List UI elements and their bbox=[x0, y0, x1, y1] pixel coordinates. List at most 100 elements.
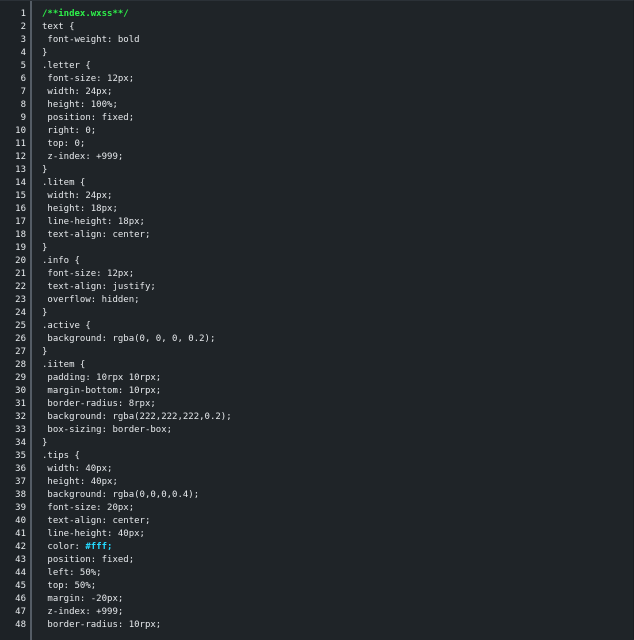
code-text: right: 0; bbox=[42, 126, 97, 136]
code-line[interactable]: 20 .info { bbox=[0, 255, 633, 268]
code-line[interactable]: 14 .litem { bbox=[0, 177, 633, 190]
code-text: .active { bbox=[42, 321, 91, 331]
line-number: 21 bbox=[15, 269, 26, 279]
code-text: .info { bbox=[42, 256, 80, 266]
code-line[interactable]: 42 color: #fff; bbox=[0, 541, 633, 554]
code-text: border-radius: 8rpx; bbox=[42, 399, 156, 409]
code-line[interactable]: 26 background: rgba(0, 0, 0, 0.2); bbox=[0, 333, 633, 346]
code-line[interactable]: 47 z-index: +999; bbox=[0, 606, 633, 619]
code-text: } bbox=[42, 347, 48, 357]
code-line[interactable]: 25 .active { bbox=[0, 320, 633, 333]
code-text: height: 18px; bbox=[42, 204, 118, 214]
code-line[interactable]: 9 position: fixed; bbox=[0, 112, 633, 125]
code-line[interactable]: 23 overflow: hidden; bbox=[0, 294, 633, 307]
code-text: } bbox=[42, 243, 48, 253]
code-line[interactable]: 13} bbox=[0, 164, 633, 177]
code-line[interactable]: 38 background: rgba(0,0,0,0.4); bbox=[0, 489, 633, 502]
code-text: font-size: 20px; bbox=[42, 503, 135, 513]
line-number: 43 bbox=[15, 555, 26, 565]
code-line[interactable]: 44 left: 50%; bbox=[0, 567, 633, 580]
line-number: 46 bbox=[15, 594, 26, 604]
code-line[interactable]: 21 font-size: 12px; bbox=[0, 268, 633, 281]
line-number: 23 bbox=[15, 295, 26, 305]
code-line[interactable]: 12 z-index: +999; bbox=[0, 151, 633, 164]
code-line[interactable]: 27} bbox=[0, 346, 633, 359]
code-text: color: bbox=[42, 542, 86, 552]
code-line[interactable]: 11 top: 0; bbox=[0, 138, 633, 151]
code-line[interactable]: 45 top: 50%; bbox=[0, 580, 633, 593]
code-line[interactable]: 34} bbox=[0, 437, 633, 450]
code-line[interactable]: 22 text-align: justify; bbox=[0, 281, 633, 294]
line-number: 20 bbox=[15, 256, 26, 266]
code-line[interactable]: 31 border-radius: 8rpx; bbox=[0, 398, 633, 411]
line-number: 47 bbox=[15, 607, 26, 617]
code-line[interactable]: 17 line-height: 18px; bbox=[0, 216, 633, 229]
code-line[interactable]: 6 font-size: 12px; bbox=[0, 73, 633, 86]
line-number: 45 bbox=[15, 581, 26, 591]
hex-color-literal: #fff; bbox=[85, 542, 113, 552]
code-line[interactable]: 33 box-sizing: border-box; bbox=[0, 424, 633, 437]
code-line[interactable]: 4} bbox=[0, 47, 633, 60]
line-number: 40 bbox=[15, 516, 26, 526]
code-line[interactable]: 5 .letter { bbox=[0, 60, 633, 73]
code-text: width: 24px; bbox=[42, 191, 113, 201]
code-editor[interactable]: 1 /**index.wxss**/ 2 text {3 font-weight: b… bbox=[0, 0, 634, 640]
code-text: top: 50%; bbox=[42, 581, 97, 591]
code-line[interactable]: 39 font-size: 20px; bbox=[0, 502, 633, 515]
line-number: 29 bbox=[15, 373, 26, 383]
code-line[interactable]: 35 .tips { bbox=[0, 450, 633, 463]
code-text: margin: -20px; bbox=[42, 594, 124, 604]
code-line[interactable]: 48 border-radius: 10rpx; bbox=[0, 619, 633, 632]
line-number: 41 bbox=[15, 529, 26, 539]
line-number: 27 bbox=[15, 347, 26, 357]
code-text: .letter { bbox=[42, 61, 91, 71]
code-text: box-sizing: border-box; bbox=[42, 425, 173, 435]
code-line[interactable]: 40 text-align: center; bbox=[0, 515, 633, 528]
code-line[interactable]: 1 /**index.wxss**/ bbox=[0, 8, 633, 21]
code-line[interactable]: 16 height: 18px; bbox=[0, 203, 633, 216]
code-line[interactable]: 32 background: rgba(222,222,222,0.2); bbox=[0, 411, 633, 424]
code-text: height: 40px; bbox=[42, 477, 118, 487]
code-line[interactable]: 28 .iitem { bbox=[0, 359, 633, 372]
line-number: 34 bbox=[15, 438, 26, 448]
code-text: overflow: hidden; bbox=[42, 295, 140, 305]
code-text: position: fixed; bbox=[42, 555, 135, 565]
line-number: 7 bbox=[20, 87, 26, 97]
code-text: text-align: center; bbox=[42, 230, 151, 240]
code-line[interactable]: 41 line-height: 40px; bbox=[0, 528, 633, 541]
code-line[interactable]: 19} bbox=[0, 242, 633, 255]
line-number: 31 bbox=[15, 399, 26, 409]
code-comment: /**index.wxss**/ bbox=[42, 9, 129, 19]
code-text: line-height: 40px; bbox=[42, 529, 145, 539]
code-text: background: rgba(222,222,222,0.2); bbox=[42, 412, 232, 422]
code-line[interactable]: 3 font-weight: bold bbox=[0, 34, 633, 47]
code-text: line-height: 18px; bbox=[42, 217, 145, 227]
code-line[interactable]: 7 width: 24px; bbox=[0, 86, 633, 99]
code-line[interactable]: 43 position: fixed; bbox=[0, 554, 633, 567]
code-text: left: 50%; bbox=[42, 568, 102, 578]
line-number: 39 bbox=[15, 503, 26, 513]
line-number: 24 bbox=[15, 308, 26, 318]
code-line[interactable]: 8 height: 100%; bbox=[0, 99, 633, 112]
code-line[interactable]: 36 width: 40px; bbox=[0, 463, 633, 476]
line-number: 17 bbox=[15, 217, 26, 227]
code-text: text-align: justify; bbox=[42, 282, 156, 292]
code-line[interactable]: 29 padding: 10rpx 10rpx; bbox=[0, 372, 633, 385]
code-text: height: 100%; bbox=[42, 100, 118, 110]
code-line[interactable]: 2 text { bbox=[0, 21, 633, 34]
code-line[interactable]: 30 margin-bottom: 10rpx; bbox=[0, 385, 633, 398]
code-line[interactable]: 46 margin: -20px; bbox=[0, 593, 633, 606]
line-number: 11 bbox=[15, 139, 26, 149]
code-line[interactable]: 18 text-align: center; bbox=[0, 229, 633, 242]
line-number: 3 bbox=[20, 35, 26, 45]
line-number: 32 bbox=[15, 412, 26, 422]
code-text: z-index: +999; bbox=[42, 152, 124, 162]
code-text: } bbox=[42, 48, 48, 58]
code-line[interactable]: 24} bbox=[0, 307, 633, 320]
line-number: 12 bbox=[15, 152, 26, 162]
line-number: 5 bbox=[20, 61, 26, 71]
code-text: } bbox=[42, 308, 48, 318]
code-line[interactable]: 15 width: 24px; bbox=[0, 190, 633, 203]
code-line[interactable]: 10 right: 0; bbox=[0, 125, 633, 138]
code-line[interactable]: 37 height: 40px; bbox=[0, 476, 633, 489]
